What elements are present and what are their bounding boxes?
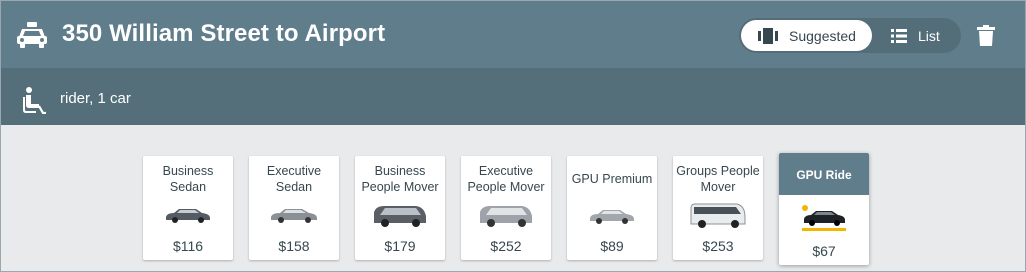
vehicle-price: $179 (384, 238, 416, 254)
vehicle-name: GPU Ride (796, 168, 852, 182)
vehicle-price: $116 (172, 238, 204, 254)
vehicle-price: $252 (490, 238, 522, 254)
list-icon (891, 28, 907, 43)
vehicle-card-executive-people-mover[interactable]: Executive People Mover $252 (461, 156, 551, 260)
page-title: 350 William Street to Airport (62, 20, 386, 47)
van-icon (480, 206, 532, 227)
sedan-car-icon (166, 209, 210, 223)
vehicle-price: $89 (600, 238, 624, 254)
vehicle-card-gpu-premium[interactable]: GPU Premium $89 (567, 156, 657, 260)
vehicle-options: Business Sedan $116 Executive Sedan $158… (1, 125, 1025, 271)
rideshare-car-icon (802, 205, 846, 231)
list-label: List (918, 27, 940, 44)
suggested-label: Suggested (789, 27, 856, 44)
van-icon (374, 206, 426, 227)
trip-header: 350 William Street to Airport Suggested (1, 1, 1025, 68)
sedan-car-icon (271, 209, 317, 223)
booking-panel: 350 William Street to Airport Suggested (0, 0, 1026, 272)
vehicle-card-gpu-ride[interactable]: GPU Ride $67 (779, 153, 869, 265)
vehicle-name: Business People Mover (361, 164, 439, 194)
trash-icon[interactable] (977, 25, 995, 46)
vehicle-card-groups-people-mover[interactable]: Groups People Mover $253 (673, 156, 763, 260)
vehicle-card-executive-sedan[interactable]: Executive Sedan $158 (249, 156, 339, 260)
vehicle-name: Groups People Mover (676, 164, 760, 194)
vehicle-price: $67 (812, 243, 836, 259)
vehicle-card-business-sedan[interactable]: Business Sedan $116 (143, 156, 233, 260)
vehicle-price: $158 (278, 238, 310, 254)
vehicle-name: Executive Sedan (266, 164, 322, 194)
vehicle-name: Business Sedan (162, 164, 214, 194)
list-view-button[interactable]: List (879, 20, 959, 51)
rider-summary: rider, 1 car (60, 90, 131, 107)
vehicle-price: $253 (702, 238, 734, 254)
carousel-icon (758, 27, 778, 44)
vehicle-card-business-people-mover[interactable]: Business People Mover $179 (355, 156, 445, 260)
taxi-icon (17, 22, 47, 48)
sedan-car-icon (590, 210, 634, 224)
seat-icon (23, 87, 46, 114)
vehicle-name: GPU Premium (571, 172, 653, 186)
vehicle-name: Executive People Mover (467, 164, 545, 194)
rider-bar (1, 68, 1025, 125)
suggested-view-button[interactable]: Suggested (741, 20, 872, 51)
minibus-icon (690, 203, 746, 228)
view-toggle: Suggested List (739, 18, 961, 53)
